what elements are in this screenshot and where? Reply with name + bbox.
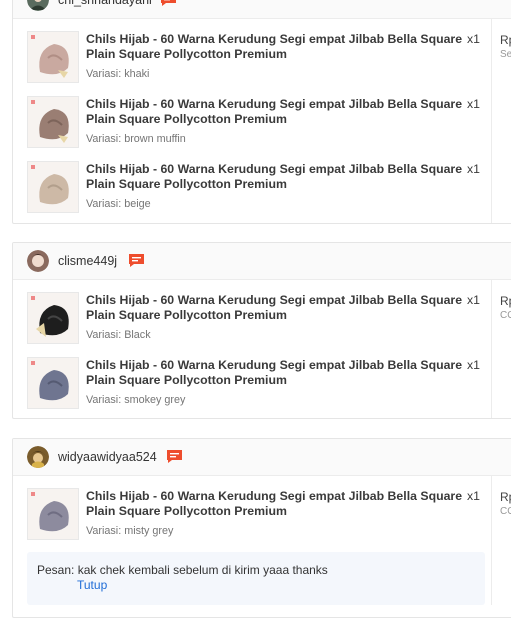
product-thumbnail[interactable] <box>27 292 79 344</box>
order-status: CO <box>500 506 511 517</box>
product-quantity: x1 <box>467 162 480 176</box>
buyer-avatar[interactable] <box>27 250 49 272</box>
order-card: chi_shriandayani Chils Hijab - 60 Warna … <box>12 0 511 224</box>
order-header: widyaawidyaa524 <box>13 439 511 476</box>
order-side-column: Rp CO <box>493 476 511 605</box>
product-item[interactable]: Chils Hijab - 60 Warna Kerudung Segi emp… <box>13 348 491 418</box>
order-side-column: Rp CO <box>493 280 511 418</box>
product-quantity: x1 <box>467 293 480 307</box>
product-name[interactable]: Chils Hijab - 60 Warna Kerudung Segi emp… <box>86 162 466 192</box>
order-header: clisme449j <box>13 243 511 280</box>
order-status: Se <box>500 49 511 60</box>
product-name[interactable]: Chils Hijab - 60 Warna Kerudung Segi emp… <box>86 489 466 519</box>
order-card: clisme449j Chils Hijab - 60 Warna Kerudu… <box>12 242 511 419</box>
order-total: Rp <box>500 294 511 308</box>
product-item[interactable]: Chils Hijab - 60 Warna Kerudung Segi emp… <box>13 22 491 87</box>
product-quantity: x1 <box>467 97 480 111</box>
order-header: chi_shriandayani <box>13 0 511 19</box>
chat-icon[interactable] <box>160 0 177 7</box>
product-thumbnail[interactable] <box>27 31 79 83</box>
buyer-avatar[interactable] <box>27 0 49 11</box>
product-name[interactable]: Chils Hijab - 60 Warna Kerudung Segi emp… <box>86 358 466 388</box>
order-total: Rp <box>500 490 511 504</box>
buyer-note: Pesan: kak chek kembali sebelum di kirim… <box>27 552 485 605</box>
chat-icon[interactable] <box>166 449 183 464</box>
product-variant: Variasi: misty grey <box>86 525 174 537</box>
product-name[interactable]: Chils Hijab - 60 Warna Kerudung Segi emp… <box>86 97 466 127</box>
buyer-username[interactable]: chi_shriandayani <box>58 0 152 7</box>
product-variant: Variasi: beige <box>86 198 151 210</box>
order-total: Rp <box>500 33 511 47</box>
order-body: Chils Hijab - 60 Warna Kerudung Segi emp… <box>13 19 511 223</box>
product-quantity: x1 <box>467 358 480 372</box>
product-variant: Variasi: Black <box>86 329 151 341</box>
buyer-username[interactable]: widyaawidyaa524 <box>58 450 157 464</box>
product-list: Chils Hijab - 60 Warna Kerudung Segi emp… <box>13 476 492 605</box>
product-variant: Variasi: brown muffin <box>86 133 186 145</box>
note-text: kak chek kembali sebelum di kirim yaaa t… <box>77 563 328 577</box>
order-list: chi_shriandayani Chils Hijab - 60 Warna … <box>0 0 511 631</box>
product-name[interactable]: Chils Hijab - 60 Warna Kerudung Segi emp… <box>86 32 466 62</box>
buyer-avatar[interactable] <box>27 446 49 468</box>
product-name[interactable]: Chils Hijab - 60 Warna Kerudung Segi emp… <box>86 293 466 323</box>
close-note-link[interactable]: Tutup <box>37 578 475 593</box>
note-label: Pesan: <box>37 563 75 577</box>
product-list: Chils Hijab - 60 Warna Kerudung Segi emp… <box>13 19 492 223</box>
product-thumbnail[interactable] <box>27 96 79 148</box>
chat-icon[interactable] <box>128 253 145 268</box>
order-body: Chils Hijab - 60 Warna Kerudung Segi emp… <box>13 476 511 605</box>
product-variant: Variasi: khaki <box>86 68 150 80</box>
product-item[interactable]: Chils Hijab - 60 Warna Kerudung Segi emp… <box>13 479 491 544</box>
product-list: Chils Hijab - 60 Warna Kerudung Segi emp… <box>13 280 492 418</box>
product-quantity: x1 <box>467 32 480 46</box>
order-status: CO <box>500 310 511 321</box>
order-side-column: Rp Se <box>493 19 511 223</box>
product-quantity: x1 <box>467 489 480 503</box>
product-thumbnail[interactable] <box>27 161 79 213</box>
product-thumbnail[interactable] <box>27 357 79 409</box>
product-thumbnail[interactable] <box>27 488 79 540</box>
product-item[interactable]: Chils Hijab - 60 Warna Kerudung Segi emp… <box>13 152 491 223</box>
order-body: Chils Hijab - 60 Warna Kerudung Segi emp… <box>13 280 511 418</box>
order-card: widyaawidyaa524 Chils Hijab - 60 Warna K… <box>12 438 511 618</box>
product-item[interactable]: Chils Hijab - 60 Warna Kerudung Segi emp… <box>13 87 491 152</box>
buyer-username[interactable]: clisme449j <box>58 254 117 268</box>
product-variant: Variasi: smokey grey <box>86 394 186 406</box>
product-item[interactable]: Chils Hijab - 60 Warna Kerudung Segi emp… <box>13 283 491 348</box>
